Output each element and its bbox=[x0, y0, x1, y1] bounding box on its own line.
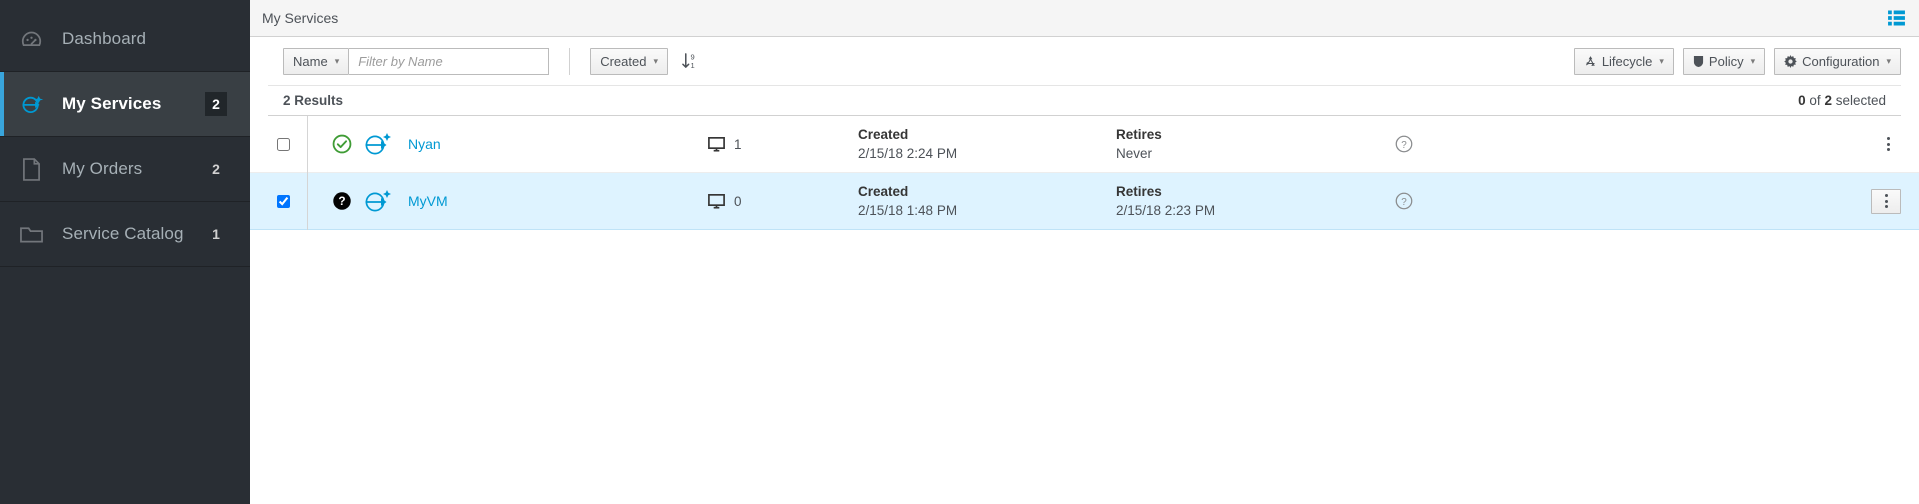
retires-value: Never bbox=[1116, 146, 1153, 161]
sidebar-item-label: Dashboard bbox=[62, 29, 147, 48]
folder-icon bbox=[0, 224, 62, 244]
row-actions-cell bbox=[1871, 188, 1919, 214]
created-label: Created bbox=[858, 184, 909, 199]
ok-status-icon bbox=[332, 134, 360, 154]
svg-text:1: 1 bbox=[691, 61, 695, 70]
toolbar: Name ▾ Created ▾ 9 1 bbox=[250, 37, 1919, 85]
chevron-down-icon: ▾ bbox=[1659, 55, 1664, 66]
retires-label: Retires bbox=[1116, 127, 1162, 142]
service-icon bbox=[360, 131, 402, 157]
vm-count-cell: 0 bbox=[708, 193, 858, 209]
selected-count-middle: of bbox=[1805, 93, 1825, 108]
policy-button[interactable]: Policy ▾ bbox=[1682, 47, 1766, 75]
retires-value: 2/15/18 2:23 PM bbox=[1116, 203, 1216, 218]
created-label: Created bbox=[858, 127, 909, 142]
chevron-down-icon: ▾ bbox=[334, 55, 340, 66]
list-view-icon[interactable] bbox=[1888, 10, 1905, 26]
filter-field-label: Name bbox=[293, 53, 328, 69]
row-checkbox[interactable] bbox=[277, 137, 290, 151]
sidebar-item-label: My Orders bbox=[62, 159, 143, 178]
table-row[interactable]: ? MyVM 0 Created 2/15/18 1:48 PM Retires… bbox=[250, 172, 1919, 230]
screen-icon bbox=[708, 136, 725, 152]
created-column: Created 2/15/18 2:24 PM bbox=[858, 127, 1116, 161]
filter-group: Name ▾ bbox=[283, 47, 550, 75]
created-value: 2/15/18 2:24 PM bbox=[858, 146, 958, 161]
service-name-link[interactable]: Nyan bbox=[408, 136, 708, 152]
gear-icon bbox=[1784, 54, 1797, 68]
results-bar: 2 Results 0 of 2 selected bbox=[268, 85, 1901, 116]
app-root: Dashboard My Services 2 My Orders 2 Serv… bbox=[0, 0, 1919, 504]
service-icon bbox=[360, 188, 402, 214]
vm-count-value: 0 bbox=[734, 193, 742, 209]
results-count: 2 Results bbox=[283, 93, 344, 108]
toolbar-divider bbox=[569, 47, 571, 75]
lifecycle-label: Lifecycle bbox=[1601, 53, 1653, 69]
sidebar-item-label: Service Catalog bbox=[62, 224, 184, 243]
help-circle-icon[interactable]: ? bbox=[1374, 192, 1434, 210]
service-name-link[interactable]: MyVM bbox=[408, 193, 708, 209]
filter-field-dropdown[interactable]: Name ▾ bbox=[283, 47, 350, 75]
main-content: My Services Name ▾ Filter by Name Create… bbox=[250, 0, 1919, 504]
sidebar-item-badge: 2 bbox=[205, 92, 227, 116]
svg-text:?: ? bbox=[338, 194, 345, 208]
row-checkbox[interactable] bbox=[277, 194, 290, 208]
toolbar-left: Name ▾ Created ▾ 9 1 bbox=[283, 47, 705, 75]
breadcrumb-label: My Services bbox=[262, 10, 339, 26]
selected-count-suffix: selected bbox=[1831, 93, 1886, 108]
sidebar-item-badge: 1 bbox=[212, 226, 220, 242]
row-divider bbox=[307, 115, 308, 173]
kebab-menu-icon[interactable] bbox=[1875, 132, 1901, 156]
sidebar-item-my-orders[interactable]: My Orders 2 bbox=[0, 137, 250, 202]
policy-label: Policy bbox=[1708, 53, 1744, 69]
chevron-down-icon: ▾ bbox=[1886, 55, 1891, 66]
svg-text:?: ? bbox=[1401, 140, 1407, 151]
configuration-button[interactable]: Configuration ▾ bbox=[1774, 47, 1901, 75]
document-icon bbox=[0, 157, 62, 181]
toolbar-actions: Lifecycle ▾ Policy ▾ Configuration ▾ bbox=[1573, 47, 1901, 75]
chevron-down-icon: ▾ bbox=[1750, 55, 1756, 66]
row-actions-cell bbox=[1875, 132, 1919, 156]
chevron-down-icon: ▾ bbox=[653, 55, 658, 66]
kebab-menu-icon[interactable] bbox=[1871, 188, 1901, 214]
sidebar: Dashboard My Services 2 My Orders 2 Serv… bbox=[0, 0, 250, 504]
help-circle-icon[interactable]: ? bbox=[1374, 135, 1434, 153]
service-icon bbox=[0, 93, 62, 115]
lifecycle-button[interactable]: Lifecycle ▾ bbox=[1573, 47, 1674, 75]
row-checkbox-cell bbox=[277, 194, 307, 208]
retires-label: Retires bbox=[1116, 184, 1162, 199]
sidebar-item-service-catalog[interactable]: Service Catalog 1 bbox=[0, 202, 250, 267]
retires-column: Retires Never bbox=[1116, 127, 1374, 161]
row-divider bbox=[307, 172, 308, 230]
row-checkbox-cell bbox=[277, 137, 307, 151]
sidebar-item-badge bbox=[205, 35, 227, 43]
vm-count-value: 1 bbox=[734, 136, 742, 152]
search-input[interactable] bbox=[349, 47, 550, 75]
sort-field-dropdown[interactable]: Created ▾ bbox=[590, 47, 668, 75]
sidebar-item-my-services[interactable]: My Services 2 bbox=[0, 72, 250, 137]
recycle-icon bbox=[1584, 55, 1597, 68]
unknown-status-icon: ? bbox=[332, 191, 360, 211]
selection-summary: 0 of 2 selected bbox=[1798, 93, 1886, 108]
service-list: Nyan 1 Created 2/15/18 2:24 PM Retires N… bbox=[250, 115, 1919, 230]
created-value: 2/15/18 1:48 PM bbox=[858, 203, 958, 218]
created-column: Created 2/15/18 1:48 PM bbox=[858, 184, 1116, 218]
shield-icon bbox=[1693, 55, 1704, 68]
sort-field-label: Created bbox=[600, 53, 647, 69]
sort-ascending-icon[interactable]: 9 1 bbox=[676, 52, 705, 70]
breadcrumb: My Services bbox=[250, 0, 1919, 37]
selected-count-value: 0 bbox=[1798, 93, 1806, 108]
sidebar-item-label: My Services bbox=[62, 94, 162, 113]
configuration-label: Configuration bbox=[1802, 53, 1880, 69]
sidebar-item-dashboard[interactable]: Dashboard bbox=[0, 7, 250, 72]
dashboard-icon bbox=[0, 29, 62, 50]
selected-total-value: 2 bbox=[1824, 93, 1832, 108]
retires-column: Retires 2/15/18 2:23 PM bbox=[1116, 184, 1374, 218]
table-row[interactable]: Nyan 1 Created 2/15/18 2:24 PM Retires N… bbox=[250, 115, 1919, 173]
screen-icon bbox=[708, 193, 725, 209]
sidebar-item-badge: 2 bbox=[212, 161, 220, 177]
svg-text:?: ? bbox=[1401, 197, 1407, 208]
vm-count-cell: 1 bbox=[708, 136, 858, 152]
